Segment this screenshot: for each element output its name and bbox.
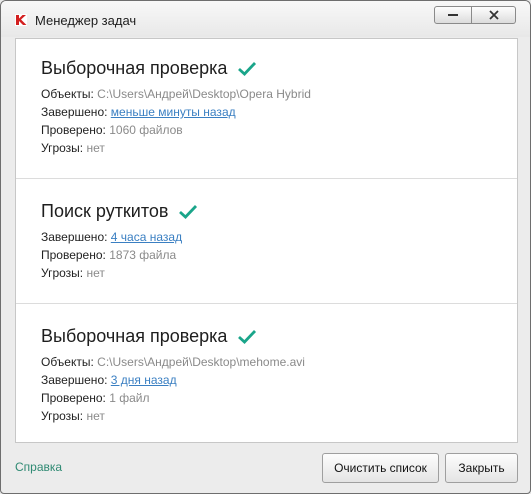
task-list: Выборочная проверка Объекты: C:\Users\Ан… — [15, 38, 518, 443]
task-title-text: Выборочная проверка — [41, 326, 228, 346]
objects-path: C:\Users\Андрей\Desktop\mehome.avi — [97, 355, 305, 369]
task-completed-row: Завершено: 4 часа назад — [41, 230, 183, 244]
task-scanned-row: Проверено: 1060 файлов — [41, 123, 183, 137]
window-controls — [434, 6, 516, 24]
task-completed-row: Завершено: меньше минуты назад — [41, 105, 236, 119]
close-window-button[interactable] — [472, 6, 516, 24]
task-threats-row: Угрозы: нет — [41, 141, 105, 155]
completed-time-link[interactable]: меньше минуты назад — [111, 105, 236, 119]
task-title-text: Выборочная проверка — [41, 58, 228, 78]
task-divider — [16, 178, 517, 179]
task-completed-row: Завершено: 3 дня назад — [41, 373, 177, 387]
objects-path: C:\Users\Андрей\Desktop\Opera Hybrid — [97, 87, 311, 101]
scanned-count: 1873 файла — [109, 248, 177, 262]
task-title-text: Поиск руткитов — [41, 201, 169, 221]
threats-value: нет — [86, 141, 105, 155]
scanned-count: 1 файл — [109, 391, 150, 405]
help-link[interactable]: Справка — [15, 460, 62, 474]
threats-value: нет — [86, 409, 105, 423]
minimize-icon — [448, 14, 458, 16]
close-button[interactable]: Закрыть — [445, 453, 518, 483]
task-title: Поиск руткитов — [41, 201, 198, 222]
completed-time-link[interactable]: 3 дня назад — [111, 373, 177, 387]
check-icon — [238, 61, 257, 76]
task-title: Выборочная проверка — [41, 326, 257, 347]
check-icon — [179, 204, 198, 219]
task-objects-row: Объекты: C:\Users\Андрей\Desktop\mehome.… — [41, 355, 305, 369]
task-threats-row: Угрозы: нет — [41, 409, 105, 423]
task-manager-window: Менеджер задач Выборочная проверка Объек… — [0, 0, 531, 494]
task-divider — [16, 303, 517, 304]
title-bar: Менеджер задач — [1, 1, 530, 37]
task-threats-row: Угрозы: нет — [41, 266, 105, 280]
window-title: Менеджер задач — [35, 13, 137, 28]
task-scanned-row: Проверено: 1873 файла — [41, 248, 177, 262]
clear-list-button[interactable]: Очистить список — [322, 453, 439, 483]
task-scanned-row: Проверено: 1 файл — [41, 391, 150, 405]
kaspersky-logo-icon — [15, 14, 27, 26]
close-icon — [488, 10, 499, 20]
scanned-count: 1060 файлов — [109, 123, 183, 137]
completed-time-link[interactable]: 4 часа назад — [111, 230, 182, 244]
task-objects-row: Объекты: C:\Users\Андрей\Desktop\Opera H… — [41, 87, 311, 101]
threats-value: нет — [86, 266, 105, 280]
minimize-button[interactable] — [434, 6, 472, 24]
check-icon — [238, 329, 257, 344]
task-title: Выборочная проверка — [41, 58, 257, 79]
